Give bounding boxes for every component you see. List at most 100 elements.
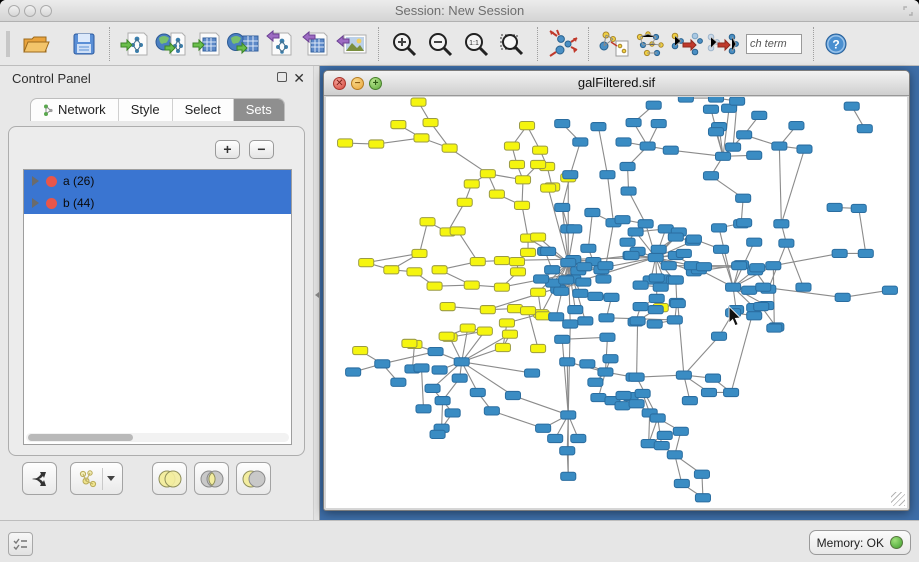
graph-node bbox=[509, 160, 524, 168]
toolbar-separator bbox=[588, 27, 589, 61]
graph-node bbox=[588, 292, 603, 300]
scrollbar-thumb[interactable] bbox=[28, 434, 133, 441]
graph-node bbox=[851, 204, 866, 212]
graph-node bbox=[509, 258, 524, 266]
zoom-selected-region-button[interactable] bbox=[494, 26, 530, 62]
graph-node bbox=[696, 263, 711, 271]
sets-list[interactable]: a (26) b (44) bbox=[23, 169, 292, 445]
zoom-in-icon bbox=[391, 31, 417, 57]
create-set-menu-button[interactable] bbox=[70, 462, 123, 495]
graph-node bbox=[678, 97, 693, 102]
graph-node bbox=[454, 358, 469, 366]
help-button[interactable]: ? bbox=[821, 26, 851, 62]
export-network-button[interactable] bbox=[261, 26, 297, 62]
network-frame-titlebar[interactable]: ✕ − + galFiltered.sif bbox=[324, 71, 909, 96]
graph-node bbox=[676, 371, 691, 379]
apply-preferred-layout-button[interactable] bbox=[545, 26, 581, 62]
new-network-from-selection-button[interactable] bbox=[596, 26, 632, 62]
horizontal-scrollbar[interactable] bbox=[26, 433, 289, 442]
memory-status-button[interactable]: Memory: OK bbox=[809, 530, 911, 555]
select-first-neighbors-button[interactable] bbox=[632, 26, 668, 62]
graph-node bbox=[726, 283, 741, 291]
graph-node bbox=[568, 306, 583, 314]
zoom-in-button[interactable] bbox=[386, 26, 422, 62]
disclosure-triangle-icon[interactable] bbox=[32, 176, 39, 186]
graph-node bbox=[767, 324, 782, 332]
split-set-button[interactable] bbox=[22, 462, 57, 495]
add-set-button[interactable]: + bbox=[215, 140, 240, 159]
graph-node bbox=[766, 262, 781, 270]
graph-node bbox=[555, 119, 570, 127]
graph-node bbox=[346, 368, 361, 376]
graph-node bbox=[858, 249, 873, 257]
import-network-url-button[interactable] bbox=[153, 26, 189, 62]
graph-node bbox=[779, 239, 794, 247]
graph-node bbox=[596, 275, 611, 283]
graph-node bbox=[412, 249, 427, 257]
graph-node bbox=[603, 355, 618, 363]
graph-node bbox=[598, 262, 613, 270]
import-table-url-button[interactable] bbox=[225, 26, 261, 62]
set-label: b (44) bbox=[63, 196, 94, 210]
graph-node bbox=[857, 125, 872, 133]
save-session-button[interactable] bbox=[66, 26, 102, 62]
network-frame[interactable]: ✕ − + galFiltered.sif bbox=[323, 70, 910, 511]
graph-node bbox=[604, 293, 619, 301]
graph-node bbox=[600, 171, 615, 179]
import-table-file-icon bbox=[192, 30, 222, 58]
graph-node bbox=[628, 228, 643, 236]
graph-node bbox=[499, 319, 514, 327]
tab-select[interactable]: Select bbox=[173, 99, 234, 121]
tab-style[interactable]: Style bbox=[119, 99, 173, 121]
fullscreen-icon[interactable] bbox=[903, 6, 913, 16]
zoom-out-button[interactable] bbox=[422, 26, 458, 62]
list-item[interactable]: a (26) bbox=[24, 170, 291, 192]
graph-node bbox=[591, 393, 606, 401]
float-panel-icon[interactable] bbox=[277, 72, 287, 82]
toolbar-drag-handle[interactable] bbox=[6, 31, 10, 57]
graph-node bbox=[375, 360, 390, 368]
graph-node bbox=[561, 472, 576, 480]
graph-node bbox=[416, 405, 431, 413]
network-canvas[interactable] bbox=[326, 97, 907, 508]
tab-sets[interactable]: Sets bbox=[234, 99, 284, 121]
frame-resize-grip[interactable] bbox=[891, 492, 905, 506]
network-frame-title: galFiltered.sif bbox=[324, 75, 909, 90]
hide-selected-button[interactable] bbox=[668, 26, 704, 62]
select-first-neighbors-icon bbox=[634, 29, 666, 59]
panel-divider[interactable] bbox=[313, 66, 320, 520]
search-input[interactable] bbox=[746, 34, 802, 54]
import-table-file-button[interactable] bbox=[189, 26, 225, 62]
graph-node bbox=[716, 152, 731, 160]
graph-node bbox=[480, 306, 495, 314]
close-panel-icon[interactable]: ✕ bbox=[293, 72, 305, 84]
save-floppy-icon bbox=[72, 32, 96, 56]
union-sets-button[interactable] bbox=[152, 462, 187, 495]
graph-node bbox=[432, 366, 447, 374]
network-graph[interactable] bbox=[326, 97, 907, 508]
control-panel: Control Panel ✕ Network Style Select Set… bbox=[0, 66, 313, 520]
remove-set-button[interactable]: − bbox=[249, 140, 274, 159]
venn-difference-icon bbox=[241, 469, 267, 489]
task-history-button[interactable] bbox=[8, 532, 33, 556]
graph-node bbox=[549, 313, 564, 321]
list-item[interactable]: b (44) bbox=[24, 192, 291, 214]
export-table-button[interactable] bbox=[297, 26, 333, 62]
graph-node bbox=[423, 118, 438, 126]
import-network-file-button[interactable] bbox=[117, 26, 153, 62]
new-network-from-selection-icon bbox=[598, 29, 630, 59]
graph-node bbox=[599, 314, 614, 322]
difference-sets-button[interactable] bbox=[236, 462, 271, 495]
graph-node bbox=[796, 283, 811, 291]
disclosure-triangle-icon[interactable] bbox=[32, 198, 39, 208]
graph-node bbox=[705, 374, 720, 382]
graph-node bbox=[445, 409, 460, 417]
intersect-sets-button[interactable] bbox=[194, 462, 229, 495]
graph-node bbox=[835, 293, 850, 301]
zoom-actual-button[interactable]: 1:1 bbox=[458, 26, 494, 62]
graph-node bbox=[640, 142, 655, 150]
show-all-button[interactable] bbox=[704, 26, 740, 62]
export-image-button[interactable] bbox=[333, 26, 369, 62]
tab-network[interactable]: Network bbox=[31, 99, 119, 121]
open-session-button[interactable] bbox=[18, 26, 54, 62]
